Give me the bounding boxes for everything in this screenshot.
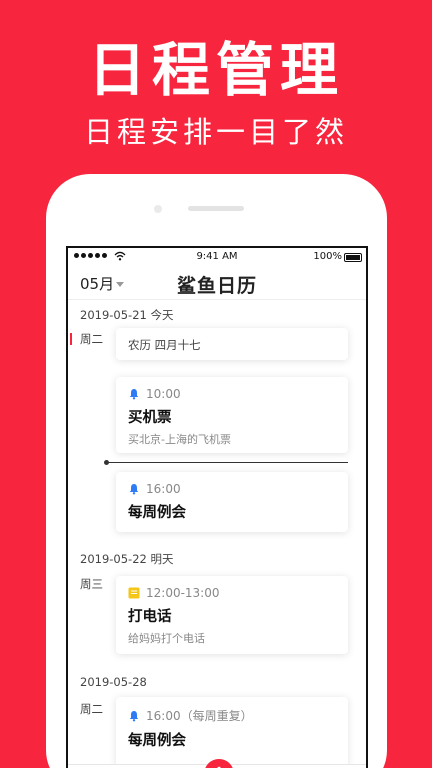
today-indicator	[70, 333, 72, 345]
app-screen: 9:41 AM 100% 05月 鲨鱼日历 2019-05-21 今天 周二 农…	[66, 246, 368, 768]
phone-camera	[154, 205, 162, 213]
event-title: 打电话	[128, 609, 172, 625]
weekday-label: 周二	[80, 702, 103, 716]
schedule-list[interactable]: 2019-05-21 今天 周二 农历 四月十七 10:00 买机票 买北京-上…	[68, 301, 366, 767]
tab-bar: +	[68, 759, 366, 768]
promo-subtitle: 日程安排一目了然	[83, 115, 348, 149]
phone-speaker	[188, 206, 244, 211]
weekday-label: 周三	[80, 577, 103, 591]
promo-title: 日程管理	[87, 36, 344, 104]
lunar-date: 农历 四月十七	[128, 338, 201, 352]
app-header: 05月 鲨鱼日历	[68, 268, 366, 300]
battery-percent: 100%	[313, 251, 342, 262]
event-time: 16:00（每周重复）	[146, 709, 253, 723]
event-title: 每周例会	[128, 505, 186, 521]
event-title: 每周例会	[128, 733, 186, 749]
phone-frame: 9:41 AM 100% 05月 鲨鱼日历 2019-05-21 今天 周二 农…	[46, 174, 387, 768]
bell-icon	[129, 484, 139, 495]
current-time-line	[106, 462, 348, 463]
bell-icon	[129, 389, 139, 400]
battery-icon	[344, 253, 362, 262]
weekday-label: 周二	[80, 332, 103, 346]
status-bar: 9:41 AM 100%	[68, 248, 366, 268]
event-time: 16:00	[146, 482, 181, 496]
event-card[interactable]: 16:00 每周例会	[116, 472, 348, 532]
date-heading: 2019-05-28	[80, 675, 147, 689]
date-heading: 2019-05-21 今天	[80, 308, 174, 322]
event-card[interactable]: 16:00（每周重复） 每周例会	[116, 697, 348, 767]
date-heading: 2019-05-22 明天	[80, 552, 174, 566]
event-time: 12:00-13:00	[146, 586, 220, 600]
event-time: 10:00	[146, 387, 181, 401]
note-icon	[128, 587, 140, 599]
add-icon: +	[209, 760, 229, 768]
bell-icon	[129, 710, 139, 721]
event-title: 买机票	[128, 410, 172, 426]
lunar-date-card[interactable]: 农历 四月十七	[116, 328, 348, 360]
event-description: 给妈妈打个电话	[128, 632, 205, 645]
app-title: 鲨鱼日历	[176, 275, 257, 297]
event-description: 买北京-上海的飞机票	[128, 433, 231, 446]
event-card[interactable]: 10:00 买机票 买北京-上海的飞机票	[116, 377, 348, 453]
event-card[interactable]: 12:00-13:00 打电话 给妈妈打个电话	[116, 576, 348, 654]
